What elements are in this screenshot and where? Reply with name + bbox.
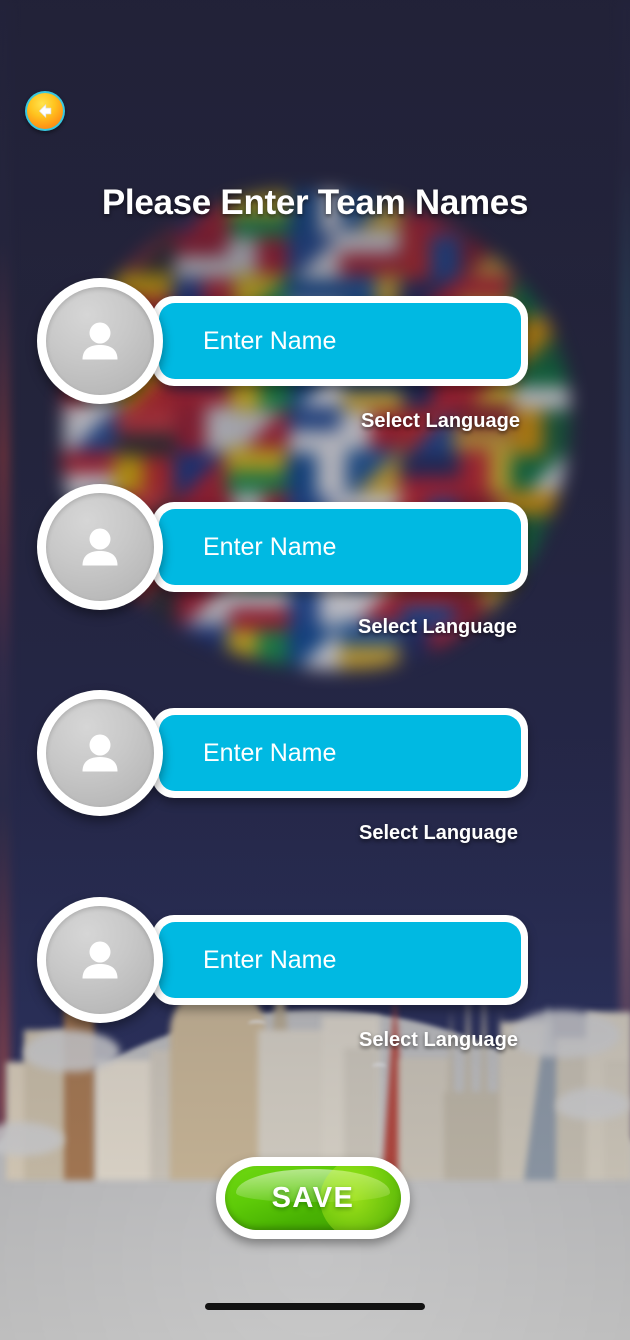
save-button[interactable]: SAVE — [216, 1157, 410, 1239]
avatar-disc — [46, 906, 154, 1014]
team-name-input-3[interactable] — [159, 715, 521, 791]
save-button-face: SAVE — [225, 1166, 401, 1230]
team-name-field-wrap-3 — [152, 708, 528, 798]
person-icon — [73, 726, 127, 780]
select-language-3[interactable]: Select Language — [359, 822, 518, 845]
page-title: Please Enter Team Names — [101, 183, 529, 222]
person-icon — [73, 933, 127, 987]
team-name-input-4[interactable] — [159, 922, 521, 998]
save-button-label: SAVE — [271, 1181, 355, 1214]
team-avatar-4[interactable] — [37, 897, 163, 1023]
select-language-1[interactable]: Select Language — [361, 410, 520, 433]
home-indicator[interactable] — [205, 1303, 425, 1310]
avatar-disc — [46, 287, 154, 395]
team-avatar-3[interactable] — [37, 690, 163, 816]
team-name-field-wrap-1 — [152, 296, 528, 386]
select-language-2[interactable]: Select Language — [358, 616, 517, 639]
person-icon — [73, 314, 127, 368]
team-name-field-wrap-2 — [152, 502, 528, 592]
ui-layer: Please Enter Team Names Select Language — [0, 0, 630, 1340]
team-name-field-wrap-4 — [152, 915, 528, 1005]
person-icon — [73, 520, 127, 574]
team-avatar-2[interactable] — [37, 484, 163, 610]
select-language-4[interactable]: Select Language — [359, 1029, 518, 1052]
back-button-face — [27, 93, 63, 129]
team-name-input-1[interactable] — [159, 303, 521, 379]
back-button[interactable] — [25, 91, 65, 131]
team-avatar-1[interactable] — [37, 278, 163, 404]
app-screen: Please Enter Team Names Select Language — [0, 0, 630, 1340]
avatar-disc — [46, 493, 154, 601]
avatar-disc — [46, 699, 154, 807]
team-name-input-2[interactable] — [159, 509, 521, 585]
arrow-left-icon — [34, 100, 56, 122]
